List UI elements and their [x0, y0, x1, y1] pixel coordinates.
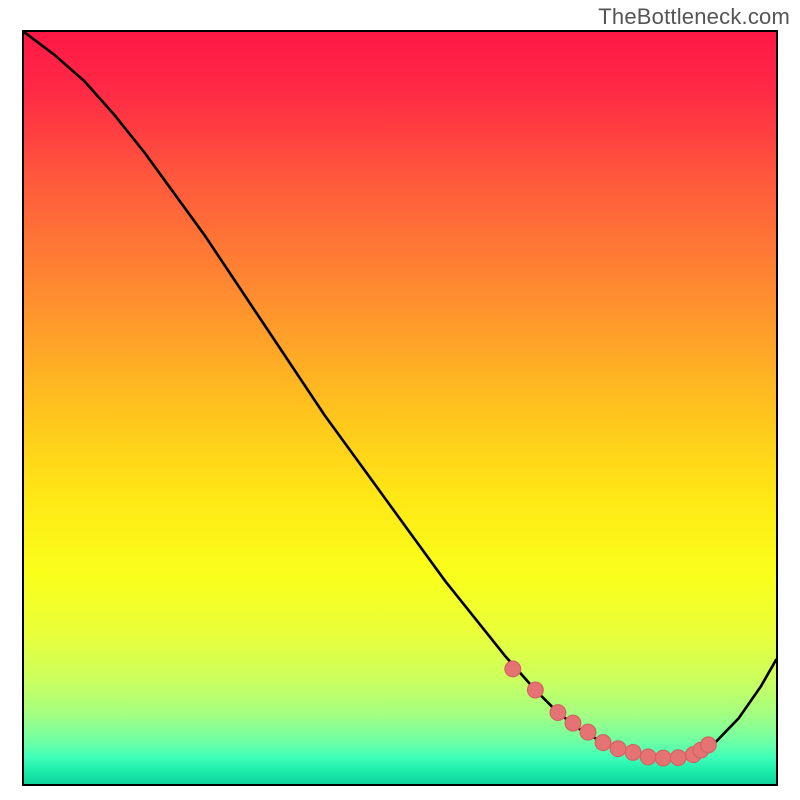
marker-dot: [625, 745, 641, 761]
curve-layer: [24, 32, 776, 784]
marker-dot: [610, 741, 626, 757]
marker-dot: [640, 749, 656, 765]
marker-dot: [670, 750, 686, 766]
chart-frame: TheBottleneck.com: [0, 0, 800, 800]
marker-dot: [655, 750, 671, 766]
watermark-text: TheBottleneck.com: [598, 4, 790, 30]
marker-dot: [505, 661, 521, 677]
plot-area: [22, 30, 778, 786]
marker-dot: [580, 724, 596, 740]
highlight-markers: [505, 661, 716, 766]
marker-dot: [565, 715, 581, 731]
marker-dot: [550, 705, 566, 721]
marker-dot: [700, 737, 716, 753]
marker-dot: [595, 735, 611, 751]
marker-dot: [527, 682, 543, 698]
bottleneck-curve: [24, 32, 776, 758]
